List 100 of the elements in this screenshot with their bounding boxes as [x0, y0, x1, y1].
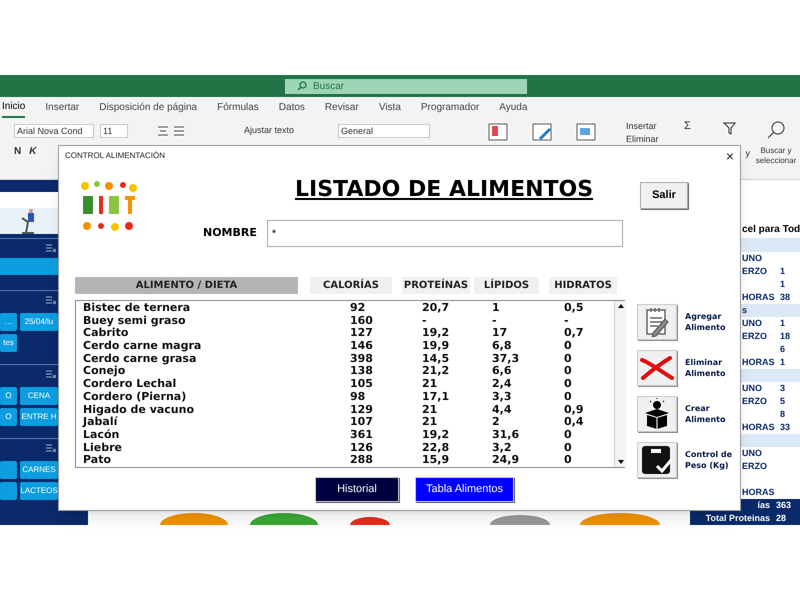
column-header: ALIMENTO / DIETA [75, 277, 298, 294]
list-row[interactable]: Conejo 138 21,2 6,6 0 [83, 365, 614, 378]
cross-icon [640, 356, 674, 380]
ribbon-tab[interactable]: Ayuda [499, 98, 528, 118]
action-icon-button[interactable] [637, 396, 677, 432]
search-icon[interactable] [767, 121, 785, 139]
filter-list-icon[interactable] [46, 244, 56, 254]
action-icon-button[interactable] [637, 442, 677, 478]
sheet-cell: 363 [776, 499, 792, 512]
filter-list-icon[interactable] [46, 444, 56, 454]
sheet-cell: 8 [780, 408, 786, 421]
list-row[interactable]: Higado de vacuno 129 21 4,4 0,9 [83, 404, 614, 416]
list-row[interactable]: Cabrito 127 19,2 17 0,7 [83, 327, 614, 340]
food-list[interactable] [75, 300, 625, 468]
sheet-cell-text: HORAS [742, 356, 776, 369]
list-row[interactable]: Jabalí 107 21 2 0,4 [83, 416, 614, 429]
italic-button[interactable]: K [29, 144, 36, 159]
sheet-cell-text: HORAS [742, 486, 776, 499]
sheet-cell-text: Total Proteinas [704, 512, 771, 525]
ribbon-tab[interactable]: Datos [278, 98, 305, 118]
sort-filter-label: y [746, 147, 751, 160]
sheet-cell: 1 [780, 278, 786, 291]
sheet-cell: 18 [780, 330, 790, 343]
sheet-cell-text: ERZO [742, 395, 768, 408]
sheet-cell-text: ías [756, 499, 771, 512]
diet-logo-drawing [79, 180, 139, 234]
sheet-cell: 1 [780, 356, 786, 369]
list-row[interactable]: Liebre 126 22,8 3,2 0 [83, 442, 614, 454]
search-icon [297, 81, 307, 91]
sort-filter-icon[interactable] [720, 121, 736, 135]
sheet-band [741, 434, 800, 447]
list-row[interactable]: Pato 288 15,9 24,9 0 [83, 454, 614, 467]
action-button[interactable]: Tabla Alimentos [414, 477, 514, 502]
ribbon-tab[interactable]: Fórmulas [217, 98, 259, 118]
dialog-title: CONTROL ALIMENTACIÓN [65, 150, 166, 162]
action-label: Eliminar Alimento [685, 357, 726, 379]
sheet-cell-text: UNO [742, 382, 763, 395]
name-label: NOMBRE [203, 225, 257, 242]
column-header: HIDRATOS [549, 277, 617, 294]
search-field[interactable]: Buscar [285, 78, 527, 94]
column-header: LÍPIDOS [474, 277, 539, 294]
list-row[interactable]: Cordero Lechal 105 21 2,4 0 [83, 378, 614, 391]
action-label: Control de Peso (Kg) [685, 449, 734, 471]
sheet-cell-text: ERZO [742, 460, 768, 473]
sheet-cell: 1 [780, 265, 786, 278]
action-button[interactable]: Historial [314, 477, 399, 502]
find-select-button[interactable]: Buscar y seleccionar [753, 146, 799, 166]
sheet-cell-text: UNO [742, 317, 763, 330]
bold-button[interactable]: N [14, 144, 22, 159]
page-heading: LISTADO DE ALIMENTOS [295, 176, 594, 204]
action-label: Agregar Alimento [685, 311, 726, 333]
sheet-cell: 5 [780, 395, 786, 408]
action-icon-button[interactable] [637, 304, 677, 340]
list-row[interactable]: Lacón 361 19,2 31,6 0 [83, 428, 614, 442]
sheet-cell-text: ERZO [742, 330, 768, 343]
list-row[interactable]: Cerdo carne magra 146 19,9 6,8 0 [83, 340, 614, 353]
list-row[interactable]: Cordero (Pierna) 98 17,1 3,3 0 [83, 390, 614, 404]
ribbon-tab[interactable]: Insertar [45, 98, 80, 118]
scale-check-icon [640, 444, 674, 476]
filter-list-icon[interactable] [46, 370, 56, 380]
close-button[interactable]: × [726, 149, 734, 163]
wrap-text-button[interactable]: Ajustar texto [244, 124, 294, 138]
sheet-band [741, 238, 800, 252]
sheet-cell: 38 [780, 291, 790, 304]
font-size-field[interactable]: 11 [100, 124, 128, 138]
sheet-cell: 3 [780, 382, 786, 395]
number-format-field[interactable]: General [338, 124, 430, 138]
list-row[interactable]: Bistec de ternera 92 20,7 1 0,5 [83, 302, 614, 315]
filter-list-icon[interactable] [46, 296, 56, 306]
sheet-title: cel para Tod [742, 223, 800, 237]
font-name-field[interactable]: Arial Nova Cond [14, 124, 94, 138]
ribbon-tab[interactable]: Vista [378, 98, 401, 118]
sheet-cell-text: HORAS [742, 291, 776, 304]
autosum-button[interactable]: Σ [684, 120, 691, 132]
cell-styles-icon[interactable] [576, 123, 596, 141]
list-row[interactable]: Cerdo carne grasa 398 14,5 37,3 0 [83, 352, 614, 366]
align-icon[interactable] [158, 126, 184, 136]
action-label: Crear Alimento [685, 403, 726, 425]
ribbon-tab[interactable]: Programador [420, 98, 480, 118]
sheet-cell: 28 [776, 512, 786, 525]
scrollbar[interactable] [614, 301, 626, 467]
sheet-cell-text: ERZO [742, 265, 768, 278]
name-input-field[interactable]: * [266, 220, 623, 247]
sheet-band [741, 369, 800, 382]
insert-button[interactable]: Insertar [626, 121, 684, 131]
ribbon-tab[interactable]: Inicio [2, 98, 26, 118]
table-format-icon[interactable] [532, 123, 552, 141]
ribbon-tab[interactable]: Disposición de página [99, 98, 198, 118]
ribbon-tab[interactable]: Revisar [324, 98, 359, 118]
sheet-cell-text: HORAS [742, 421, 776, 434]
exit-button[interactable]: Salir [640, 182, 688, 209]
sheet-cell-text: UNO [742, 252, 763, 265]
column-header: CALORÍAS [310, 277, 392, 294]
conditional-format-icon[interactable] [488, 123, 508, 141]
sheet-cell-text: UNO [742, 447, 763, 460]
list-row[interactable]: Buey semi graso 160 - - - [83, 314, 614, 328]
sheet-cell: 6 [780, 343, 786, 356]
column-header: PROTEÍNAS [402, 277, 470, 294]
delete-button[interactable]: Eliminar [626, 134, 684, 144]
sheet-cell: 33 [780, 421, 790, 434]
